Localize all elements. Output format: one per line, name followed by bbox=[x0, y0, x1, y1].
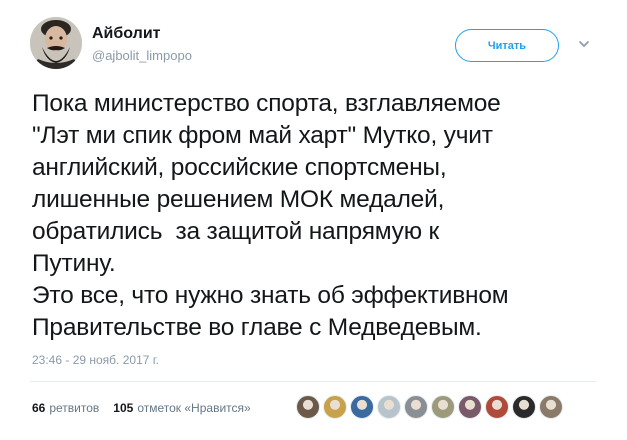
tweet-stats: 66 ретвитов 105 отметок «Нравится» bbox=[32, 401, 251, 415]
divider bbox=[30, 381, 596, 382]
tweet-card: Айболит @ajbolit_limpopo Читать Пока мин… bbox=[0, 0, 627, 440]
follow-button[interactable]: Читать bbox=[455, 29, 559, 62]
liker-avatar[interactable] bbox=[296, 395, 320, 419]
liker-avatar[interactable] bbox=[350, 395, 374, 419]
liker-avatar[interactable] bbox=[458, 395, 482, 419]
tweet-text: Пока министерство спорта, взглавляемое "… bbox=[32, 88, 612, 344]
tweet-line: Пока министерство спорта, взглавляемое bbox=[32, 90, 501, 117]
liker-avatar[interactable] bbox=[404, 395, 428, 419]
liker-avatar[interactable] bbox=[485, 395, 509, 419]
liker-avatar[interactable] bbox=[323, 395, 347, 419]
liker-avatar[interactable] bbox=[431, 395, 455, 419]
author-name[interactable]: Айболит bbox=[92, 24, 192, 44]
liker-avatar[interactable] bbox=[512, 395, 536, 419]
tweet-line: Это все, что нужно знать об эффективном bbox=[32, 282, 509, 309]
chevron-down-icon[interactable] bbox=[578, 38, 590, 50]
likes-count[interactable]: 105 bbox=[113, 401, 133, 415]
likes-label[interactable]: отметок «Нравится» bbox=[137, 401, 250, 415]
tweet-timestamp[interactable]: 23:46 - 29 нояб. 2017 г. bbox=[32, 353, 159, 367]
liker-avatar[interactable] bbox=[377, 395, 401, 419]
tweet-line: обратились за защитой напрямую к bbox=[32, 218, 440, 245]
tweet-line: Путину. bbox=[32, 250, 116, 277]
author-handle[interactable]: @ajbolit_limpopo bbox=[92, 47, 192, 65]
tweet-line: английский, российские спортсмены, bbox=[32, 154, 447, 181]
likers-avatars bbox=[296, 395, 566, 419]
tweet-line: "Лэт ми спик фром май харт" Мутко, учит bbox=[32, 122, 493, 149]
retweets-count[interactable]: 66 bbox=[32, 401, 45, 415]
liker-avatar[interactable] bbox=[539, 395, 563, 419]
tweet-line: Правительстве во главе с Медведевым. bbox=[32, 314, 482, 341]
retweets-label[interactable]: ретвитов bbox=[49, 401, 99, 415]
author-info: Айболит @ajbolit_limpopo bbox=[92, 24, 192, 65]
avatar[interactable] bbox=[30, 17, 82, 69]
tweet-line: лишенные решением МОК медалей, bbox=[32, 186, 445, 213]
